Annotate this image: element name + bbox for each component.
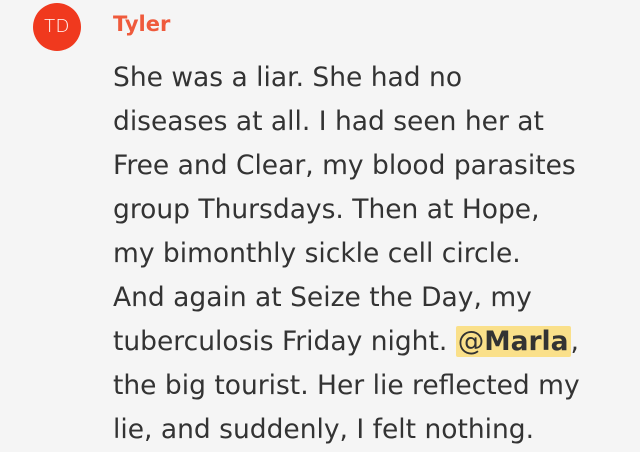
- message-body: She was a liar. She had no diseases at a…: [113, 56, 633, 452]
- user-mention[interactable]: @Marla: [455, 326, 571, 357]
- message-text: ,: [570, 326, 579, 357]
- message-line: the big tourist. Her lie reflected my: [113, 370, 580, 401]
- message-line: my bimonthly sickle cell circle.: [113, 238, 521, 269]
- mention-name: Marla: [484, 326, 569, 357]
- mention-at-symbol: @: [457, 326, 485, 357]
- chat-message: TD Tyler She was a liar. She had no dise…: [0, 0, 640, 445]
- message-line-with-mention: tuberculosis Friday night. @Marla,: [113, 320, 633, 364]
- avatar[interactable]: TD: [33, 3, 81, 51]
- message-line: diseases at all. I had seen her at: [113, 106, 544, 137]
- message-line: She was a liar. She had no: [113, 62, 463, 93]
- message-line: Free and Clear, my blood parasites: [113, 150, 576, 181]
- message-line: And again at Seize the Day, my: [113, 282, 532, 313]
- message-line: lie, and suddenly, I felt nothing.: [113, 414, 535, 445]
- message-text: tuberculosis Friday night.: [113, 326, 456, 357]
- message-line: group Thursdays. Then at Hope,: [113, 194, 540, 225]
- author-name[interactable]: Tyler: [113, 8, 170, 40]
